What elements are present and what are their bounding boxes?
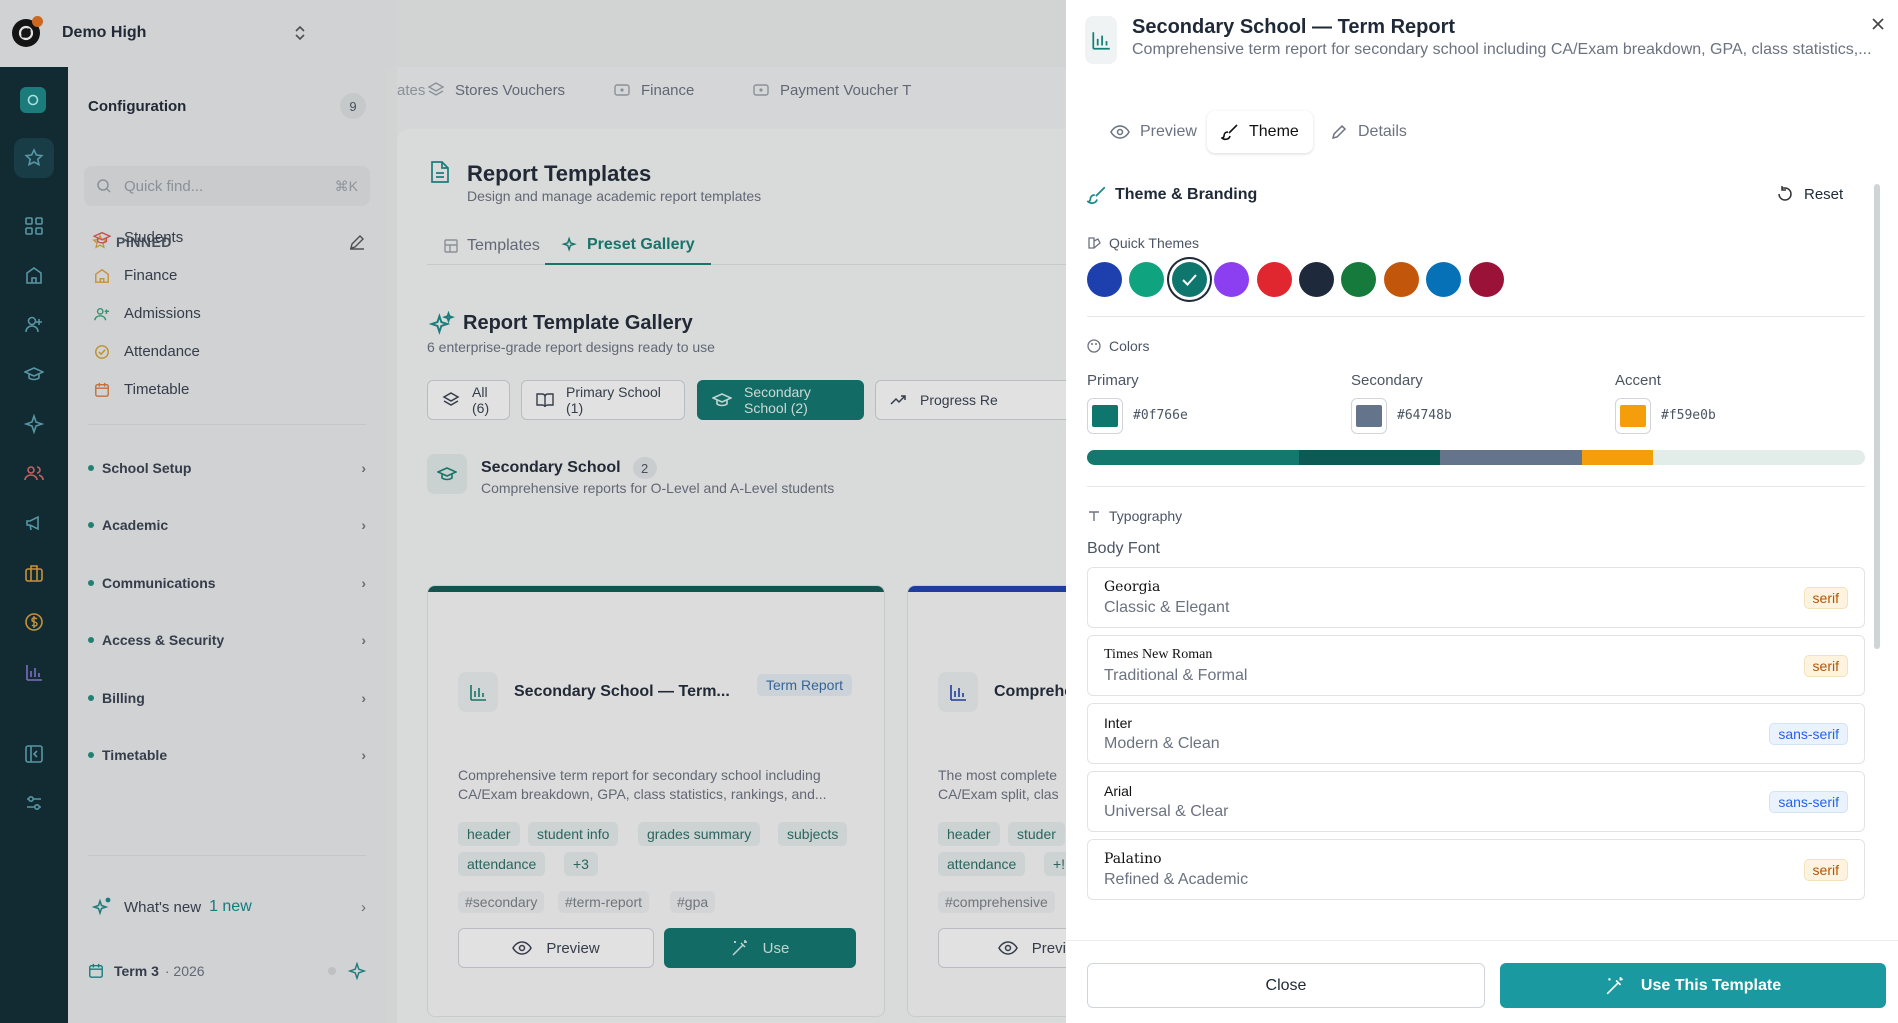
font-type-badge: serif: [1803, 587, 1848, 609]
divider: [1087, 486, 1865, 487]
reset-icon: [1778, 186, 1792, 201]
primary-color-swatch: [1092, 405, 1118, 427]
bar-chart-icon: [1085, 16, 1117, 64]
check-icon: [1182, 274, 1197, 286]
theme-swatch[interactable]: [1087, 262, 1122, 297]
eye-icon: [1110, 125, 1130, 139]
tab-preview[interactable]: Preview: [1096, 111, 1211, 153]
font-type-badge: sans-serif: [1769, 723, 1848, 745]
quick-themes-header: Quick Themes: [1087, 235, 1199, 251]
palette-icon: [1087, 339, 1101, 353]
drawer-title: Secondary School — Term Report: [1132, 16, 1456, 38]
tab-label: Theme: [1249, 123, 1299, 140]
theme-branding-title: Theme & Branding: [1115, 186, 1258, 203]
color-preview-bar: [1087, 450, 1865, 465]
theme-branding-header: Theme & Branding: [1087, 185, 1257, 205]
secondary-color-picker[interactable]: [1351, 398, 1387, 434]
theme-swatch[interactable]: [1299, 262, 1334, 297]
tab-label: Preview: [1140, 123, 1197, 140]
body-font-label: Body Font: [1087, 540, 1160, 557]
close-button[interactable]: Close: [1087, 963, 1485, 1008]
font-description: Traditional & Formal: [1104, 667, 1248, 684]
divider: [1087, 316, 1865, 317]
font-option-palatino[interactable]: Palatino Refined & Academic serif: [1087, 839, 1865, 900]
font-name: Georgia: [1104, 579, 1161, 595]
font-type-badge: serif: [1803, 655, 1848, 677]
font-option-inter[interactable]: Inter Modern & Clean sans-serif: [1087, 703, 1865, 764]
font-name: Times New Roman: [1104, 647, 1213, 662]
font-description: Classic & Elegant: [1104, 599, 1230, 616]
close-icon[interactable]: [1870, 16, 1886, 32]
typography-label: Typography: [1109, 508, 1183, 524]
color-label-accent: Accent: [1615, 372, 1661, 389]
font-type-badge: sans-serif: [1769, 791, 1848, 813]
theme-swatch[interactable]: [1383, 262, 1419, 297]
drawer-subtitle: Comprehensive term report for secondary …: [1132, 41, 1872, 58]
reset-button[interactable]: Reset: [1776, 185, 1843, 203]
tab-theme[interactable]: Theme: [1207, 111, 1313, 153]
primary-color-hex: #0f766e: [1133, 408, 1188, 423]
paintbrush-icon: [1221, 124, 1238, 141]
quick-themes-label: Quick Themes: [1109, 235, 1199, 251]
theme-swatch[interactable]: [1214, 262, 1250, 297]
use-template-button[interactable]: Use This Template: [1500, 963, 1886, 1008]
primary-color-picker[interactable]: [1087, 398, 1123, 434]
font-type-badge: serif: [1803, 859, 1848, 881]
swatch-icon: [1088, 237, 1101, 249]
theme-swatch[interactable]: [1426, 262, 1462, 297]
tab-details[interactable]: Details: [1316, 111, 1421, 153]
use-template-label: Use This Template: [1640, 976, 1782, 994]
font-option-times-new-roman[interactable]: Times New Roman Traditional & Formal ser…: [1087, 635, 1865, 696]
accent-color-hex: #f59e0b: [1661, 408, 1716, 423]
color-label-primary: Primary: [1087, 372, 1139, 389]
paintbrush-icon: [1087, 186, 1106, 205]
magic-wand-icon: [1606, 976, 1623, 994]
typography-header: Typography: [1087, 508, 1182, 524]
font-option-georgia[interactable]: Georgia Classic & Elegant serif: [1087, 567, 1865, 628]
theme-swatch[interactable]: [1171, 262, 1207, 297]
colors-header: Colors: [1087, 338, 1149, 354]
font-description: Refined & Academic: [1104, 871, 1249, 888]
font-option-arial[interactable]: Arial Universal & Clear sans-serif: [1087, 771, 1865, 832]
secondary-color-hex: #64748b: [1397, 408, 1452, 423]
font-name: Arial: [1104, 783, 1133, 799]
color-label-secondary: Secondary: [1351, 372, 1423, 389]
font-name: Palatino: [1104, 851, 1162, 867]
font-name: Inter: [1104, 715, 1133, 731]
secondary-color-swatch: [1356, 405, 1382, 427]
accent-color-swatch: [1620, 405, 1646, 427]
drawer-scrollbar[interactable]: [1874, 184, 1880, 649]
modal-backdrop[interactable]: [0, 0, 1066, 1023]
font-description: Modern & Clean: [1104, 735, 1220, 752]
pencil-icon: [1331, 124, 1347, 140]
close-button-label: Close: [1265, 976, 1307, 994]
reset-label: Reset: [1804, 185, 1844, 203]
tab-label: Details: [1358, 123, 1407, 140]
accent-color-picker[interactable]: [1615, 398, 1651, 434]
colors-label: Colors: [1109, 338, 1150, 354]
type-icon: [1089, 511, 1099, 521]
font-description: Universal & Clear: [1104, 803, 1229, 820]
theme-swatch[interactable]: [1256, 262, 1292, 297]
theme-swatch[interactable]: [1468, 262, 1504, 297]
